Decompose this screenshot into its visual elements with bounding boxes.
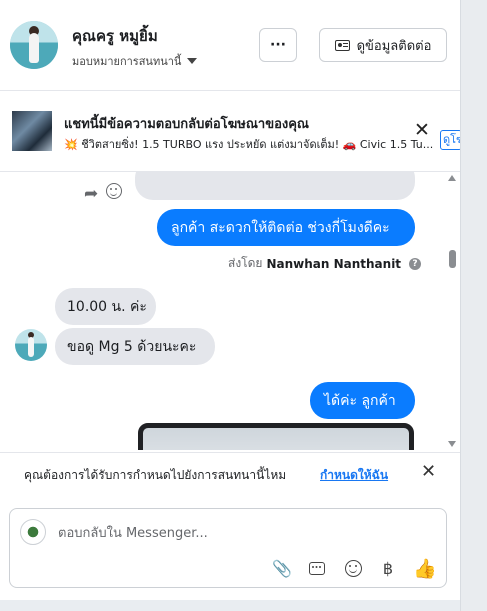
help-icon[interactable]: ? xyxy=(409,257,422,270)
close-icon[interactable]: ✕ xyxy=(421,463,436,481)
scrollbar-thumb[interactable] xyxy=(449,250,456,268)
side-panel-edge xyxy=(460,0,487,611)
emoji-icon[interactable] xyxy=(342,557,364,579)
assign-prompt-text: คุณต้องการได้รับการกำหนดไปยังการสนทนานี้… xyxy=(24,468,287,482)
customer-name[interactable]: คุณครู หมูยิ้ม xyxy=(72,24,158,48)
ad-reply-banner: แชทนี้มีข้อความตอบกลับต่อโฆษณาของคุณ 💥 ช… xyxy=(0,91,460,172)
sent-by-name: Nanwhan Nanthanit xyxy=(266,256,402,271)
assign-conversation-dropdown[interactable]: มอบหมายการสนทนานี้ xyxy=(72,52,198,70)
contact-card-icon xyxy=(334,39,350,51)
reply-arrow-icon[interactable]: ➦ xyxy=(84,184,98,204)
like-icon[interactable]: 👍 xyxy=(413,557,437,580)
customer-avatar[interactable] xyxy=(10,21,58,69)
more-icon: ··· xyxy=(270,37,286,53)
more-options-button[interactable]: ··· xyxy=(259,28,297,62)
message-bubble-incoming: 10.00 น. ค่ะ xyxy=(55,288,156,325)
sent-by-prefix: ส่งโดย xyxy=(228,256,263,270)
message-bubble-partial xyxy=(135,172,415,200)
sent-by-label: ส่งโดย Nanwhan Nanthanit ? xyxy=(228,254,422,273)
caret-down-icon xyxy=(187,58,198,64)
message-bubble-incoming: ขอดู Mg 5 ด้วยนะคะ xyxy=(55,328,215,365)
paperclip-icon[interactable]: 📎 xyxy=(271,557,293,579)
message-bubble-outgoing: ลูกค้า สะดวกให้ติดต่อ ช่วงกี่โมงดีคะ xyxy=(157,209,415,246)
assign-to-me-link[interactable]: กำหนดให้ฉัน xyxy=(320,466,388,485)
message-bubble-outgoing: ได้ค่ะ ลูกค้า xyxy=(310,382,415,419)
ad-subtitle-text: ชีวิตสายซิ่ง! 1.5 TURBO แรง ประหยัด แต่ง… xyxy=(77,138,434,151)
ad-thumbnail[interactable] xyxy=(12,111,52,151)
ad-banner-title: แชทนี้มีข้อความตอบกลับต่อโฆษณาของคุณ xyxy=(64,117,309,132)
react-emoji-icon[interactable] xyxy=(106,183,122,199)
assign-prompt-bar: คุณต้องการได้รับการกำหนดไปยังการสนทนานี้… xyxy=(0,452,460,495)
message-image-attachment[interactable] xyxy=(138,423,414,450)
scroll-down-arrow-icon[interactable] xyxy=(448,441,456,447)
conversation-header: คุณครู หมูยิ้ม มอบหมายการสนทนานี้ ··· ดู… xyxy=(0,0,460,91)
ad-banner-subtitle: 💥 ชีวิตสายซิ่ง! 1.5 TURBO แรง ประหยัด แต… xyxy=(64,135,436,153)
saved-reply-icon[interactable] xyxy=(306,557,328,579)
view-ad-link[interactable]: ดูโฆ xyxy=(440,130,462,150)
message-thread[interactable]: ➦ ลูกค้า สะดวกให้ติดต่อ ช่วงกี่โมงดีคะ ส… xyxy=(0,172,460,450)
assign-label: มอบหมายการสนทนานี้ xyxy=(72,55,182,68)
baht-icon[interactable]: ฿ xyxy=(377,557,399,579)
view-contact-label: ดูข้อมูลติดต่อ xyxy=(356,38,432,54)
view-contact-button[interactable]: ดูข้อมูลติดต่อ xyxy=(319,28,447,62)
page-avatar xyxy=(20,519,46,545)
collision-emoji-icon: 💥 xyxy=(64,138,78,151)
message-composer: 📎 ฿ 👍 xyxy=(9,508,447,588)
ad-close-icon[interactable]: ✕ xyxy=(414,121,430,140)
reply-input[interactable] xyxy=(58,523,418,543)
inbox-conversation-panel: คุณครู หมูยิ้ม มอบหมายการสนทนานี้ ··· ดู… xyxy=(0,0,460,600)
scroll-up-arrow-icon[interactable] xyxy=(448,175,456,181)
customer-avatar-small xyxy=(15,329,47,361)
